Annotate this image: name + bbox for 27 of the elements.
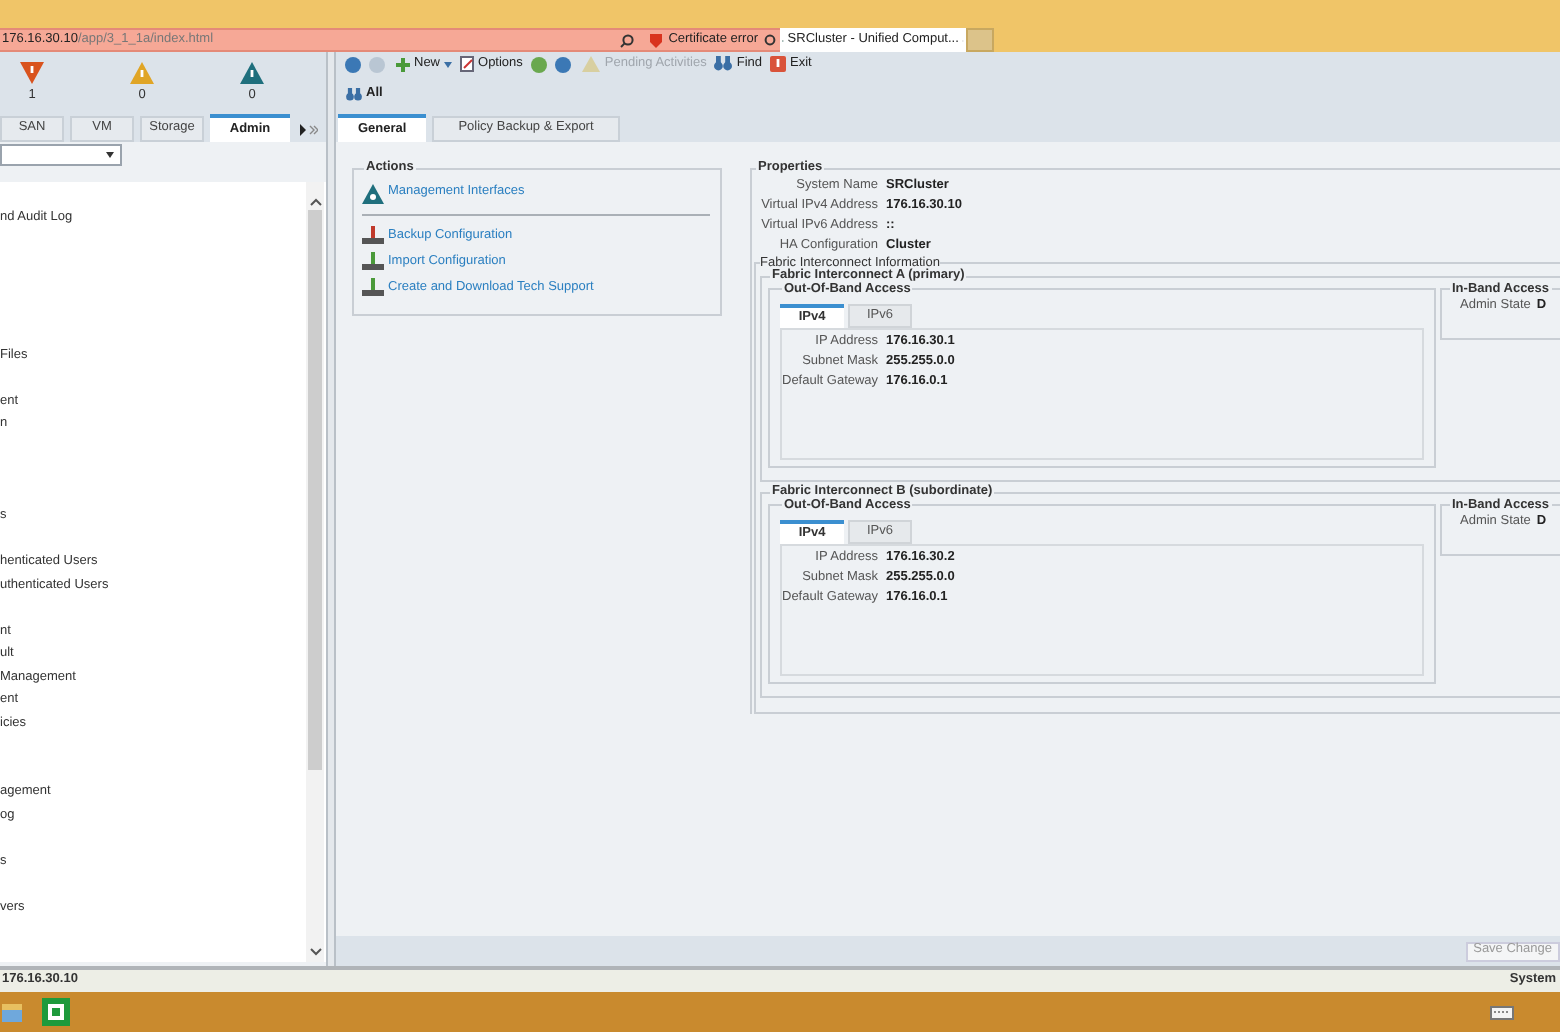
binoculars-icon xyxy=(714,56,733,72)
scroll-down-icon[interactable] xyxy=(309,948,321,956)
navigation-icons[interactable] xyxy=(344,55,388,73)
warning-icon xyxy=(130,61,154,84)
download-icon xyxy=(362,252,384,272)
help-icons[interactable] xyxy=(530,55,575,73)
spreadsheet-icon[interactable] xyxy=(42,998,70,1026)
upload-icon xyxy=(362,226,384,246)
more-tabs-icon[interactable] xyxy=(300,124,318,136)
scroll-up-icon[interactable] xyxy=(309,198,321,206)
document-icon xyxy=(460,56,475,72)
binoculars-icon xyxy=(346,87,362,101)
exit-icon xyxy=(770,56,787,72)
search-icon[interactable] xyxy=(620,33,635,47)
warning-icon xyxy=(20,61,44,84)
plus-icon xyxy=(396,57,410,71)
download-icon xyxy=(362,278,384,298)
shield-icon xyxy=(650,33,663,47)
warning-icon xyxy=(582,56,601,72)
keyboard-icon[interactable] xyxy=(1490,1005,1514,1019)
caret-icon xyxy=(106,152,114,158)
filter-dropdown[interactable] xyxy=(0,144,122,166)
refresh-icon[interactable] xyxy=(764,34,776,46)
caret-icon xyxy=(444,61,453,67)
warning-icon xyxy=(240,61,264,84)
scrollbar[interactable] xyxy=(306,182,324,962)
network-icon xyxy=(362,183,384,203)
